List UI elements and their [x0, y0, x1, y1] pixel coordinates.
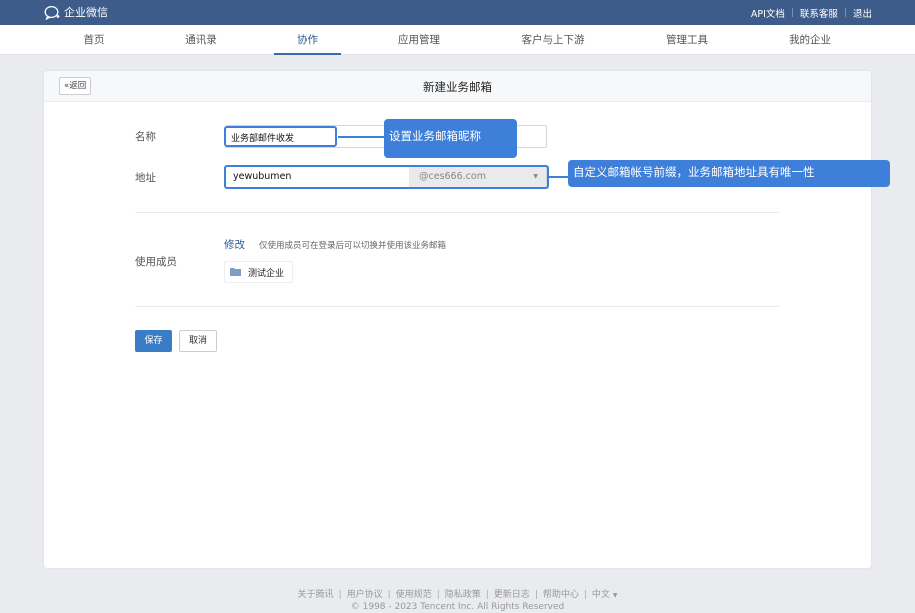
save-button[interactable]: 保存 [135, 330, 172, 352]
name-label: 名称 [135, 131, 156, 143]
address-highlight-box [224, 165, 549, 189]
nav-collaboration[interactable]: 协作 [274, 25, 341, 55]
top-bar: 企业微信 API文档 | 联系客服 | 退出 [0, 0, 915, 25]
footer-usage-policy-link[interactable]: 使用规范 [396, 590, 432, 600]
card-header: «返回 新建业务邮箱 [44, 71, 871, 102]
contact-support-link[interactable]: 联系客服 [800, 6, 838, 20]
footer-links: 关于腾讯 | 用户协议 | 使用规范 | 隐私政策 | 更新日志 | 帮助中心 | 中文 ▼ [0, 587, 915, 600]
section-divider [135, 212, 779, 213]
member-name: 测试企业 [248, 268, 285, 279]
nav-contacts[interactable]: 通讯录 [176, 25, 226, 55]
edit-members-link[interactable]: 修改 [224, 237, 245, 252]
address-tip-callout: 自定义邮箱帐号前缀，业务邮箱地址具有唯一性 [568, 160, 890, 187]
address-tip-connector [549, 176, 569, 178]
footer-privacy-link[interactable]: 隐私政策 [445, 590, 481, 600]
members-hint: 仅使用成员可在登录后可以切换并使用该业务邮箱 [259, 241, 447, 251]
nav-management-tools[interactable]: 管理工具 [656, 25, 718, 55]
separator: | [534, 590, 538, 600]
name-highlight-box [224, 126, 337, 147]
language-label: 中文 [591, 590, 610, 600]
name-tip-connector [338, 136, 384, 138]
caret-down-icon: ▼ [612, 592, 618, 599]
members-label: 使用成员 [135, 256, 177, 268]
separator: | [790, 8, 794, 18]
language-select[interactable]: 中文 ▼ [592, 590, 618, 600]
nav-app-management[interactable]: 应用管理 [388, 25, 450, 55]
wecom-logo-icon [44, 5, 60, 20]
address-tip-text: 自定义邮箱帐号前缀，业务邮箱地址具有唯一性 [573, 165, 815, 179]
brand-name: 企业微信 [64, 6, 108, 19]
name-tip-callout: 设置业务邮箱昵称 [384, 119, 517, 158]
api-docs-link[interactable]: API文档 [751, 6, 785, 20]
main-card: «返回 新建业务邮箱 名称 业务部邮件收发 设置业务邮箱昵称 地址 yewubu… [44, 71, 890, 568]
separator: | [436, 590, 440, 600]
separator: | [387, 590, 391, 600]
nav-my-enterprise[interactable]: 我的企业 [779, 25, 841, 55]
separator: | [843, 8, 847, 18]
separator: | [583, 590, 587, 600]
separator: | [485, 590, 489, 600]
page-title: 新建业务邮箱 [423, 80, 492, 94]
footer-help-link[interactable]: 帮助中心 [543, 590, 579, 600]
main-nav: 首页 通讯录 协作 应用管理 客户与上下游 管理工具 我的企业 [0, 25, 915, 55]
brand[interactable]: 企业微信 [44, 4, 108, 20]
cancel-button[interactable]: 取消 [179, 330, 217, 352]
address-label: 地址 [135, 172, 156, 184]
folder-icon [230, 268, 241, 276]
name-tip-text: 设置业务邮箱昵称 [389, 129, 481, 143]
copyright: © 1998 - 2023 Tencent Inc. All Rights Re… [350, 602, 565, 612]
nav-customers-partners[interactable]: 客户与上下游 [513, 25, 593, 55]
member-chip: 测试企业 [224, 261, 294, 283]
section-divider [135, 306, 779, 307]
logout-link[interactable]: 退出 [853, 6, 872, 20]
nav-home[interactable]: 首页 [71, 25, 117, 55]
separator: | [338, 590, 342, 600]
top-links: API文档 | 联系客服 | 退出 [751, 6, 872, 20]
footer-about-link[interactable]: 关于腾讯 [298, 590, 334, 600]
footer-user-agreement-link[interactable]: 用户协议 [347, 590, 383, 600]
footer-changelog-link[interactable]: 更新日志 [494, 590, 530, 600]
